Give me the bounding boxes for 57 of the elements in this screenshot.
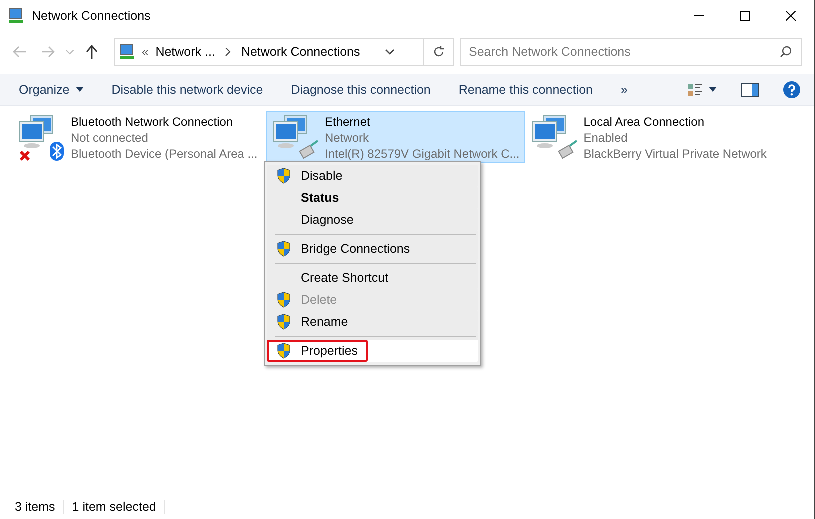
menu-item[interactable]: Rename <box>267 311 478 333</box>
menu-item[interactable]: Disable <box>267 165 478 187</box>
connection-name: Ethernet <box>325 114 372 130</box>
chevron-down-icon <box>66 50 74 54</box>
connection-status: Enabled <box>584 130 629 146</box>
window-title: Network Connections <box>32 9 151 23</box>
address-bar[interactable]: « Network ... Network Connections <box>114 38 454 66</box>
menu-item[interactable]: Bridge Connections <box>267 238 478 260</box>
shield-icon <box>277 292 291 308</box>
connection-device: Bluetooth Device (Personal Area ... <box>71 146 258 162</box>
refresh-icon <box>432 46 444 58</box>
chevron-down-icon[interactable] <box>384 49 395 55</box>
shield-icon <box>277 241 291 257</box>
connection-name: Local Area Connection <box>584 114 706 130</box>
command-button[interactable]: Disable this network device <box>102 76 272 104</box>
menu-button[interactable]: Organize <box>10 76 93 104</box>
connection-item[interactable]: Ethernet Network Intel(R) 82579V Gigabit Network C... <box>266 111 525 163</box>
status-text: 1 item selected <box>72 500 166 514</box>
shield-icon <box>277 314 291 330</box>
breadcrumb[interactable]: Network ... <box>152 45 220 59</box>
arrow-right-icon <box>41 46 55 58</box>
connection-device: Intel(R) 82579V Gigabit Network C... <box>325 146 520 162</box>
command-button[interactable]: » <box>612 76 637 104</box>
network-computers-bluetooth-icon <box>17 114 65 162</box>
shield-icon <box>277 168 291 184</box>
search-icon <box>780 46 792 58</box>
connection-item[interactable]: Bluetooth Network Connection Not connected Bluetooth Device (Personal Area ... <box>12 111 266 163</box>
network-computers-cable-icon <box>530 114 578 162</box>
chevron-right-icon <box>225 48 232 56</box>
connection-status: Network <box>325 130 370 146</box>
command-button[interactable]: Diagnose this connection <box>282 76 440 104</box>
search-field[interactable]: Search Network Connections <box>460 38 802 66</box>
overflow-chevron[interactable]: « <box>139 45 152 59</box>
arrow-up-icon <box>86 45 98 59</box>
network-folder-icon <box>119 44 135 60</box>
close-icon <box>786 11 796 21</box>
network-folder-icon <box>8 8 24 24</box>
help-icon <box>783 80 801 98</box>
connection-device: BlackBerry Virtual Private Network <box>584 146 767 162</box>
menu-item[interactable]: Diagnose <box>267 209 478 231</box>
breadcrumb[interactable]: Network Connections <box>237 45 364 59</box>
caret-down-icon <box>76 87 84 92</box>
menu-item[interactable]: Status <box>267 187 478 209</box>
maximize-icon <box>740 11 750 21</box>
view-details-icon <box>687 82 703 96</box>
menu-item[interactable]: Properties <box>267 340 368 362</box>
connection-name: Bluetooth Network Connection <box>71 114 234 130</box>
arrow-left-icon <box>13 46 27 58</box>
preview-pane-icon <box>741 82 759 96</box>
command-button[interactable]: Rename this connection <box>450 76 602 104</box>
caret-down-icon <box>709 87 717 92</box>
menu-item[interactable]: Create Shortcut <box>267 267 478 289</box>
connection-item[interactable]: Local Area Connection Enabled BlackBerry Virtual Private Network <box>524 111 779 163</box>
shield-icon <box>277 343 291 359</box>
network-computers-cable-icon <box>271 114 319 162</box>
status-text: 3 items <box>15 500 64 514</box>
connection-status: Not connected <box>71 130 150 146</box>
